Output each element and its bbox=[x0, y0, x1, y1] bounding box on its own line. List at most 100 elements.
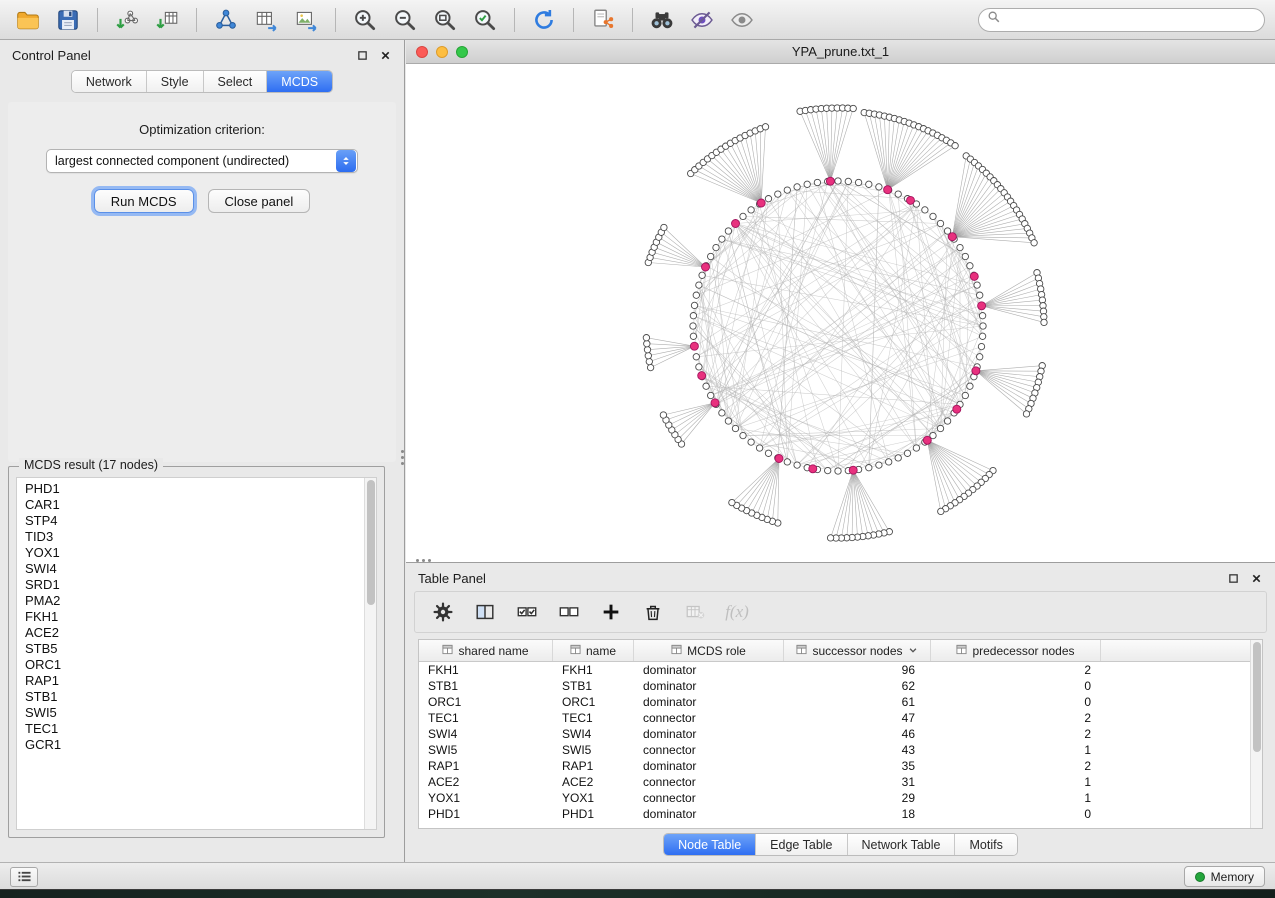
network-graph[interactable] bbox=[406, 64, 1275, 562]
tab-style[interactable]: Style bbox=[147, 71, 204, 92]
mcds-node-item[interactable]: ORC1 bbox=[17, 657, 362, 673]
memory-label: Memory bbox=[1211, 870, 1254, 884]
search-network-icon[interactable] bbox=[644, 4, 680, 36]
column-header-predecessor-nodes[interactable]: predecessor nodes bbox=[931, 640, 1101, 661]
tab-node-table[interactable]: Node Table bbox=[664, 834, 756, 855]
search-box[interactable] bbox=[978, 8, 1265, 32]
refresh-icon[interactable] bbox=[526, 4, 562, 36]
share-document-icon[interactable] bbox=[585, 4, 621, 36]
zoom-in-icon[interactable] bbox=[347, 4, 383, 36]
zoom-selected-icon[interactable] bbox=[467, 4, 503, 36]
mcds-node-item[interactable]: ACE2 bbox=[17, 625, 362, 641]
result-scrollbar[interactable] bbox=[364, 478, 376, 829]
network-canvas[interactable] bbox=[406, 64, 1275, 562]
save-session-icon[interactable] bbox=[50, 4, 86, 36]
table-row[interactable]: PHD1PHD1dominator180 bbox=[419, 806, 1249, 822]
function-builder-icon: f(x) bbox=[723, 598, 751, 626]
table-panel: Table Panel f(x) shared namenameMCDS rol… bbox=[406, 562, 1275, 862]
table-cell: SWI5 bbox=[419, 743, 553, 757]
mcds-node-item[interactable]: SWI5 bbox=[17, 705, 362, 721]
table-row[interactable]: FKH1FKH1dominator962 bbox=[419, 662, 1249, 678]
tab-network-table[interactable]: Network Table bbox=[848, 834, 956, 855]
table-scrollbar-thumb[interactable] bbox=[1253, 642, 1261, 752]
deselect-all-rows-icon[interactable] bbox=[555, 598, 583, 626]
tab-edge-table[interactable]: Edge Table bbox=[756, 834, 847, 855]
panel-menu-button[interactable] bbox=[10, 867, 38, 887]
mcds-node-item[interactable]: STP4 bbox=[17, 513, 362, 529]
close-panel-icon[interactable] bbox=[378, 48, 392, 62]
open-session-icon[interactable] bbox=[10, 4, 46, 36]
mcds-node-item[interactable]: RAP1 bbox=[17, 673, 362, 689]
mcds-node-item[interactable]: SWI4 bbox=[17, 561, 362, 577]
tab-network[interactable]: Network bbox=[72, 71, 147, 92]
select-all-rows-icon[interactable] bbox=[513, 598, 541, 626]
mcds-node-item[interactable]: STB5 bbox=[17, 641, 362, 657]
mcds-node-item[interactable]: TEC1 bbox=[17, 721, 362, 737]
column-grid-icon bbox=[442, 644, 453, 658]
search-input[interactable] bbox=[1006, 13, 1256, 27]
zoom-fit-icon[interactable] bbox=[427, 4, 463, 36]
table-row[interactable]: SWI5SWI5connector431 bbox=[419, 742, 1249, 758]
tab-mcds[interactable]: MCDS bbox=[267, 71, 332, 92]
delete-column-icon[interactable] bbox=[639, 598, 667, 626]
table-row[interactable]: ORC1ORC1dominator610 bbox=[419, 694, 1249, 710]
mcds-node-item[interactable]: SRD1 bbox=[17, 577, 362, 593]
table-cell: 1 bbox=[931, 775, 1101, 789]
mcds-node-item[interactable]: YOX1 bbox=[17, 545, 362, 561]
table-cell: 2 bbox=[931, 711, 1101, 725]
table-row[interactable]: TEC1TEC1connector472 bbox=[419, 710, 1249, 726]
table-row[interactable]: STB1STB1dominator620 bbox=[419, 678, 1249, 694]
new-network-icon[interactable] bbox=[208, 4, 244, 36]
mcds-result-list-area: PHD1CAR1STP4TID3YOX1SWI4SRD1PMA2FKH1ACE2… bbox=[16, 477, 377, 830]
table-cell: YOX1 bbox=[419, 791, 553, 805]
table-settings-icon[interactable] bbox=[429, 598, 457, 626]
control-panel-titlebar: Control Panel bbox=[0, 40, 404, 70]
splitter-grip-vertical[interactable] bbox=[398, 444, 406, 470]
column-visibility-icon[interactable] bbox=[471, 598, 499, 626]
table-row[interactable]: RAP1RAP1dominator352 bbox=[419, 758, 1249, 774]
add-column-icon[interactable] bbox=[597, 598, 625, 626]
table-row[interactable]: YOX1YOX1connector291 bbox=[419, 790, 1249, 806]
export-image-icon[interactable] bbox=[288, 4, 324, 36]
table-row[interactable]: SWI4SWI4dominator462 bbox=[419, 726, 1249, 742]
column-header-name[interactable]: name bbox=[553, 640, 634, 661]
close-panel-button[interactable]: Close panel bbox=[208, 189, 311, 213]
column-header-successor-nodes[interactable]: successor nodes bbox=[784, 640, 931, 661]
close-table-panel-icon[interactable] bbox=[1249, 571, 1263, 585]
toolbar-separator bbox=[335, 8, 336, 32]
mcds-node-item[interactable]: FKH1 bbox=[17, 609, 362, 625]
run-mcds-button[interactable]: Run MCDS bbox=[94, 189, 194, 213]
tab-motifs[interactable]: Motifs bbox=[955, 834, 1016, 855]
table-row[interactable]: ACE2ACE2connector311 bbox=[419, 774, 1249, 790]
table-scrollbar[interactable] bbox=[1250, 640, 1262, 828]
tab-select[interactable]: Select bbox=[204, 71, 268, 92]
float-panel-icon[interactable] bbox=[355, 48, 369, 62]
network-titlebar: YPA_prune.txt_1 bbox=[406, 40, 1275, 64]
mcds-node-item[interactable]: STB1 bbox=[17, 689, 362, 705]
toolbar-separator bbox=[632, 8, 633, 32]
result-scrollbar-thumb[interactable] bbox=[367, 480, 375, 605]
mcds-result-title: MCDS result (17 nodes) bbox=[19, 458, 163, 472]
mcds-node-item[interactable]: GCR1 bbox=[17, 737, 362, 753]
mcds-node-item[interactable]: TID3 bbox=[17, 529, 362, 545]
table-cell: TEC1 bbox=[553, 711, 634, 725]
splitter-grip-horizontal[interactable] bbox=[410, 556, 436, 564]
mcds-node-item[interactable]: PHD1 bbox=[17, 481, 362, 497]
import-table-icon[interactable] bbox=[149, 4, 185, 36]
new-table-icon[interactable] bbox=[248, 4, 284, 36]
mcds-node-item[interactable]: PMA2 bbox=[17, 593, 362, 609]
hide-elements-icon[interactable] bbox=[684, 4, 720, 36]
column-header-shared-name[interactable]: shared name bbox=[419, 640, 553, 661]
table-cell: ACE2 bbox=[553, 775, 634, 789]
float-table-panel-icon[interactable] bbox=[1226, 571, 1240, 585]
column-header-mcds-role[interactable]: MCDS role bbox=[634, 640, 784, 661]
mcds-result-group: MCDS result (17 nodes) PHD1CAR1STP4TID3Y… bbox=[8, 466, 385, 838]
toolbar-separator bbox=[97, 8, 98, 32]
memory-button[interactable]: Memory bbox=[1184, 866, 1265, 887]
import-network-icon[interactable] bbox=[109, 4, 145, 36]
mcds-node-item[interactable]: CAR1 bbox=[17, 497, 362, 513]
zoom-out-icon[interactable] bbox=[387, 4, 423, 36]
show-elements-icon[interactable] bbox=[724, 4, 760, 36]
optimization-select[interactable]: largest connected component (undirected) bbox=[46, 149, 358, 173]
table-cell: STB1 bbox=[553, 679, 634, 693]
